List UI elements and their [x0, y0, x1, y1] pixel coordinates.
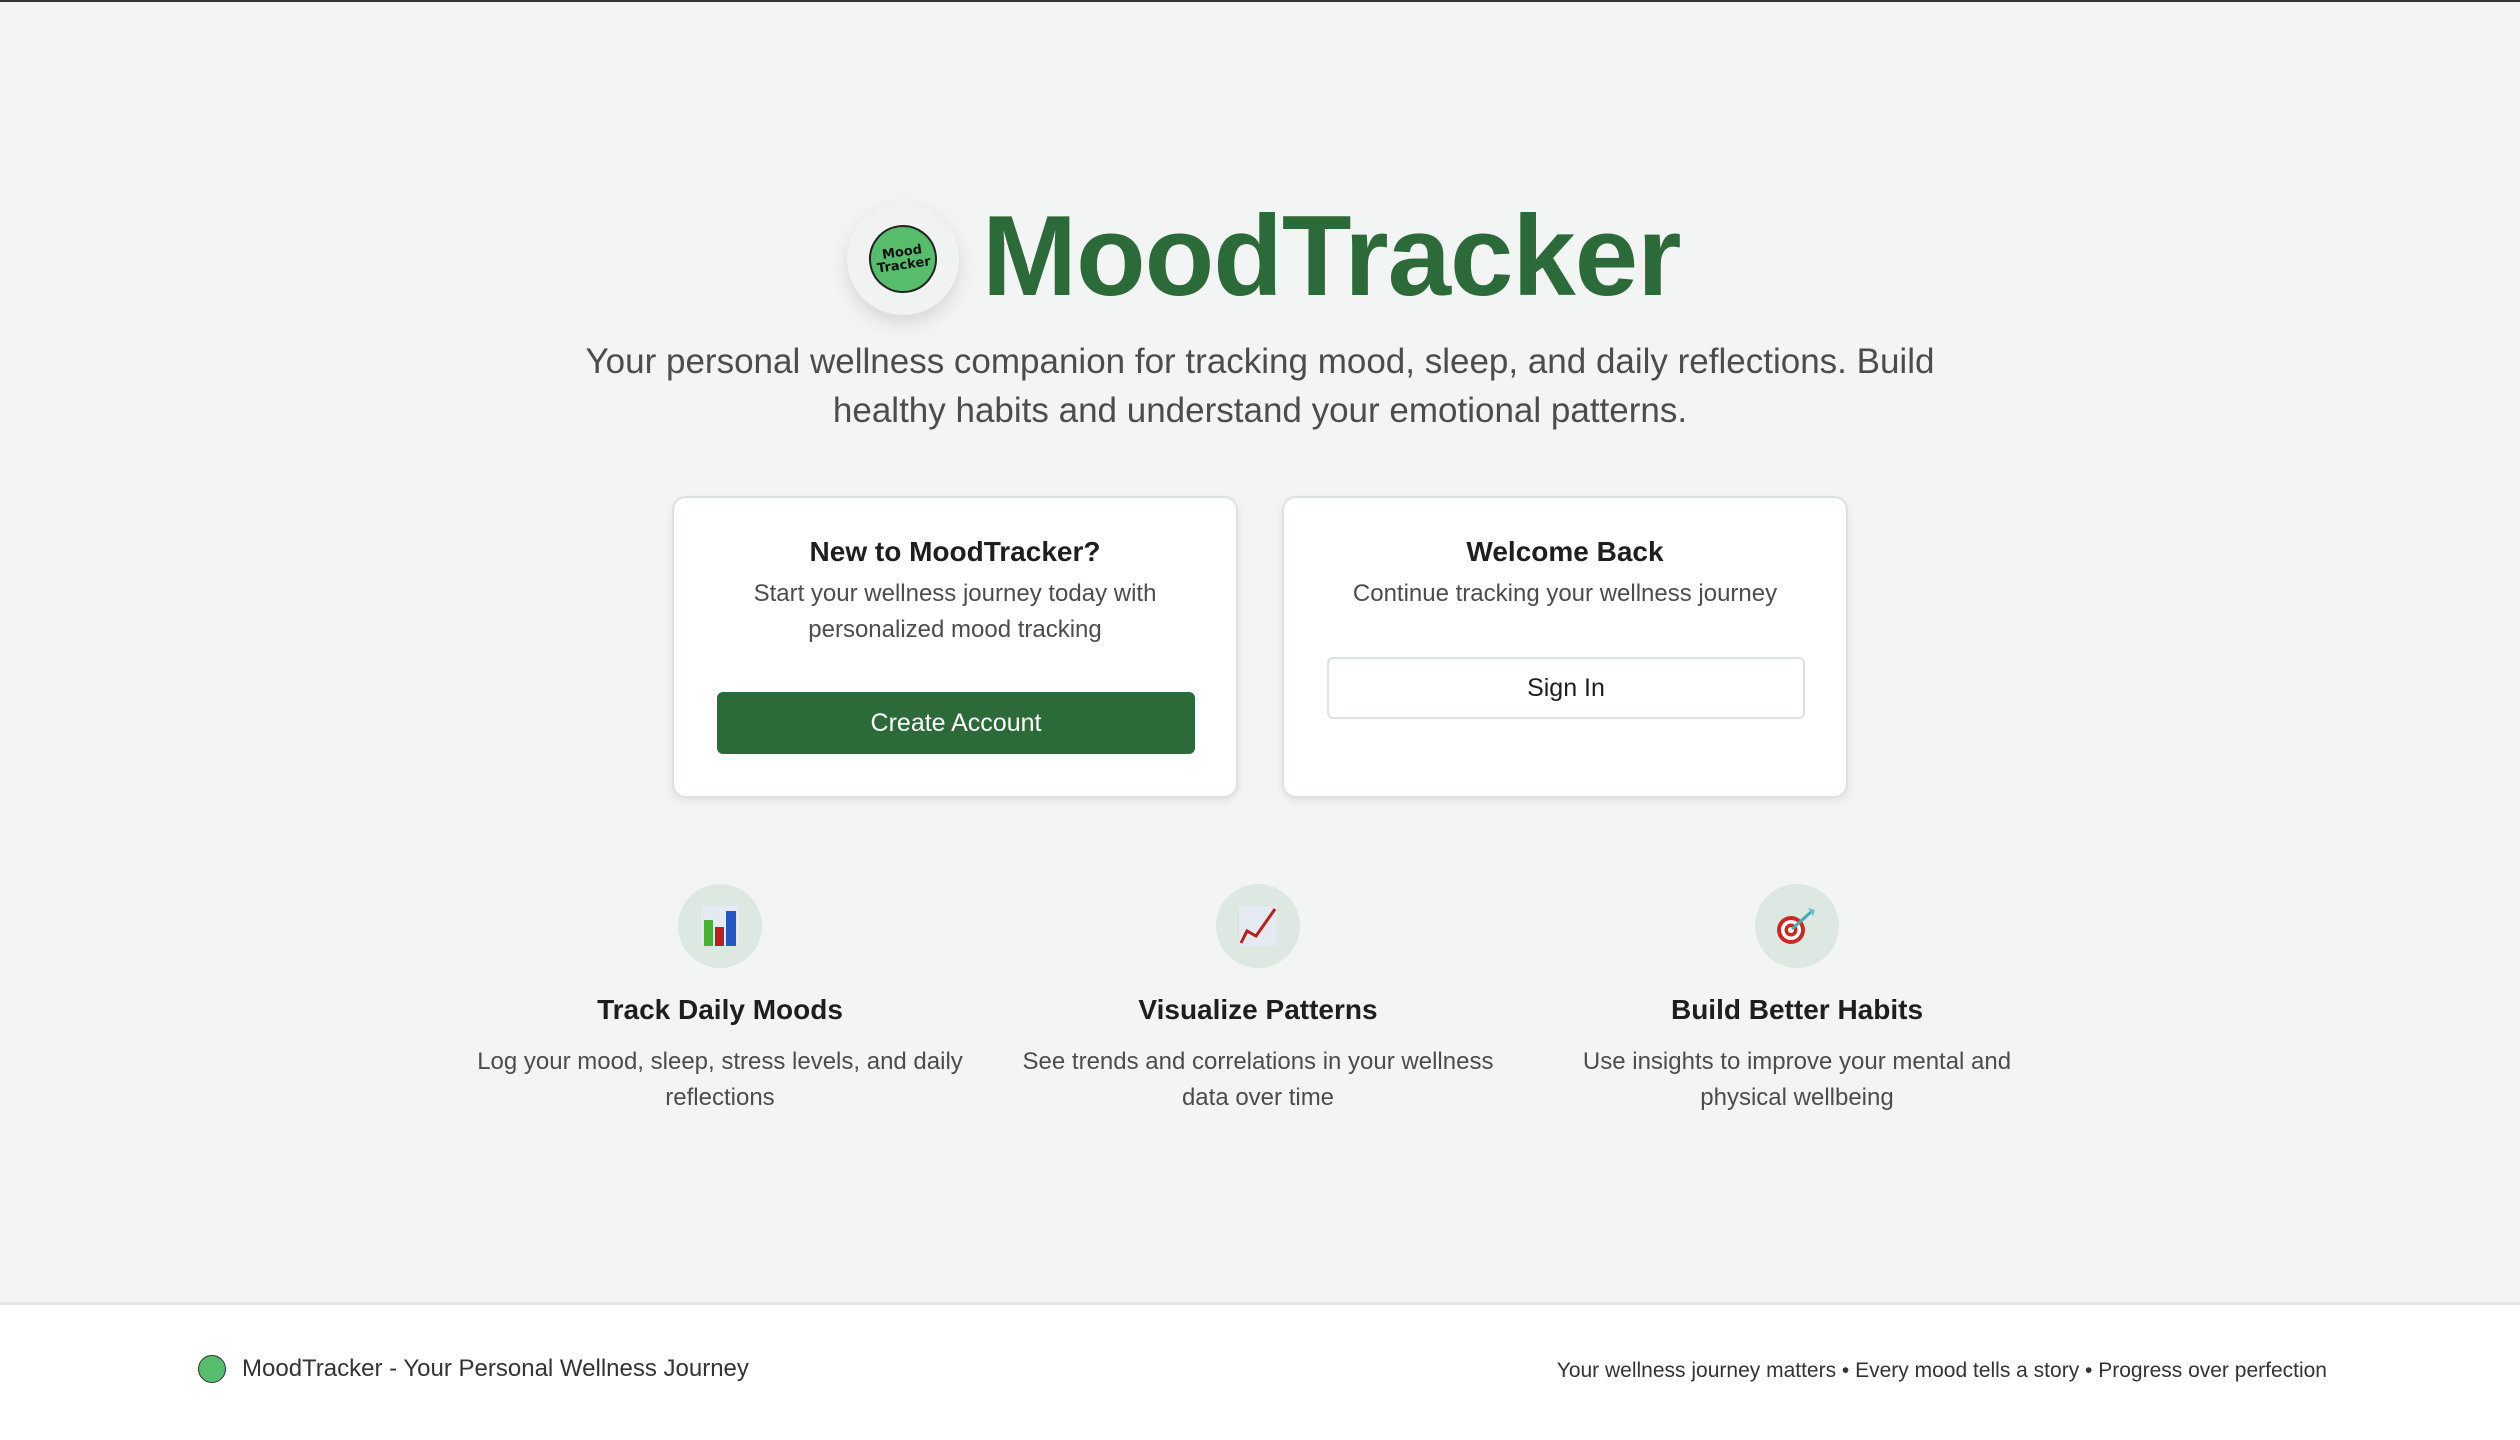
footer-brand-text: MoodTracker - Your Personal Wellness Jou…: [242, 1355, 749, 1382]
app-title: MoodTracker: [982, 193, 1682, 320]
feature-title: Build Better Habits: [1670, 994, 1924, 1025]
footer: MoodTracker - Your Personal Wellness Jou…: [0, 1302, 2520, 1440]
card-title: Welcome Back: [1466, 536, 1664, 567]
logo: Mood Tracker: [847, 203, 959, 315]
card-title: New to MoodTracker?: [809, 536, 1101, 567]
footer-logo-icon: [198, 1355, 226, 1383]
feature-track-daily-moods: Track Daily Moods Log your mood, sleep, …: [460, 884, 980, 1116]
feature-description: Log your mood, sleep, stress levels, and…: [477, 1048, 963, 1111]
feature-visualize-patterns: Visualize Patterns See trends and correl…: [998, 884, 1518, 1116]
app-subtitle: Your personal wellness companion for tra…: [585, 342, 1935, 430]
card-description: Start your wellness journey today with p…: [753, 580, 1157, 643]
footer-brand: MoodTracker - Your Personal Wellness Jou…: [198, 1355, 749, 1383]
target-icon: [1755, 884, 1839, 968]
feature-description: See trends and correlations in your well…: [1022, 1048, 1494, 1111]
welcome-back-card: Welcome Back Continue tracking your well…: [1282, 496, 1848, 798]
create-account-button[interactable]: Create Account: [717, 692, 1195, 754]
feature-title: Visualize Patterns: [1138, 994, 1378, 1025]
footer-tagline: Your wellness journey matters • Every mo…: [1556, 1359, 2327, 1382]
feature-build-better-habits: Build Better Habits Use insights to impr…: [1537, 884, 2057, 1116]
new-user-card: New to MoodTracker? Start your wellness …: [672, 496, 1238, 798]
bar-chart-icon: [678, 884, 762, 968]
logo-badge: Mood Tracker: [864, 220, 942, 298]
feature-description: Use insights to improve your mental and …: [1582, 1048, 2012, 1111]
trend-chart-icon: [1216, 884, 1300, 968]
card-description: Continue tracking your wellness journey: [1352, 580, 1778, 607]
feature-title: Track Daily Moods: [597, 994, 843, 1025]
sign-in-button[interactable]: Sign In: [1327, 657, 1805, 719]
